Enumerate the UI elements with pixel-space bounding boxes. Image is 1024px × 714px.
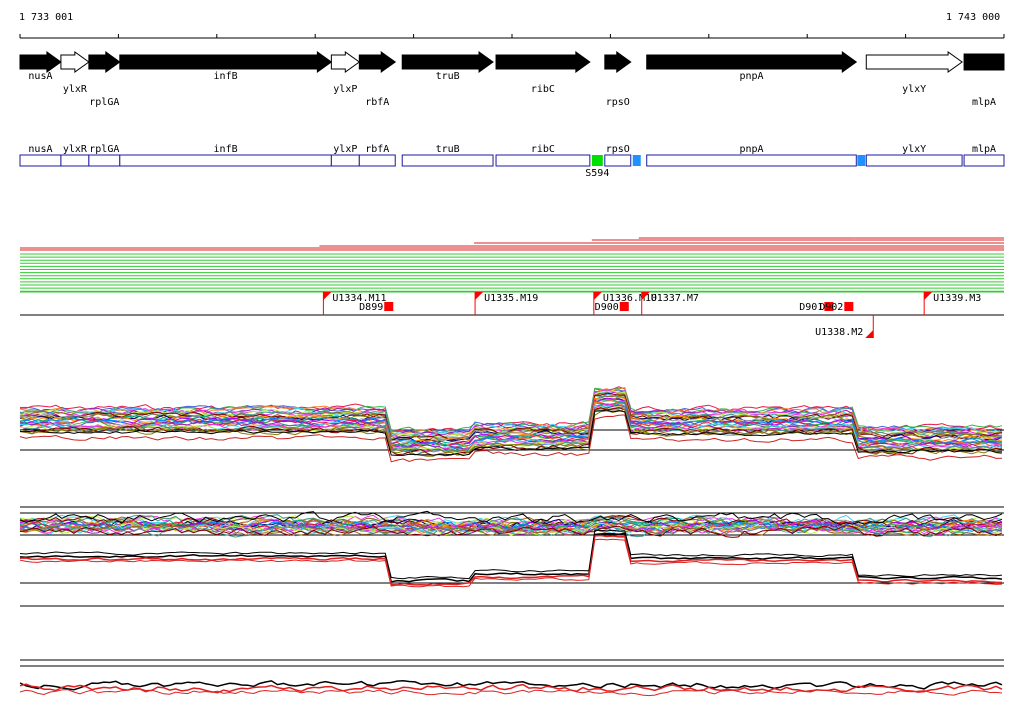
box-marker-D899[interactable] [384,302,394,311]
gene-arrow-ylxY[interactable] [865,51,963,73]
gene-arrow-infB[interactable] [119,51,333,73]
flag-label: U1338.M2 [815,327,863,338]
segment-label-ylxR: ylxR [63,144,88,155]
segment-box-rpsO[interactable] [604,154,632,167]
gene-arrow-ylxP[interactable] [330,51,361,73]
gene-label-ribC: ribC [531,84,555,95]
segment-box-ribC[interactable] [495,154,591,167]
segment-box-ylxY[interactable] [865,154,963,167]
box-marker-D900[interactable] [619,302,629,311]
segment-box-rplGA[interactable] [88,154,121,167]
segment-box-ylxP[interactable] [330,154,360,167]
flag-U1338.M2[interactable] [865,330,874,338]
segment-label-pnpA: pnpA [739,144,763,155]
segment-track[interactable]: nusA ylxR rplGA infB ylxP rbfA truB ribC rpsO pnp… [19,144,1005,179]
gene-label-ylxR: ylxR [63,84,88,95]
segment-label-ylxY: ylxY [902,144,926,155]
signal-trace [19,688,1003,697]
segment-label-rpsO: rpsO [606,144,630,155]
box-marker-label: D902 [819,302,843,313]
gene-label-infB: infB [214,71,238,82]
segment-label-truB: truB [436,144,460,155]
flag-U1336.M10[interactable] [593,292,602,300]
feature-flags[interactable]: U1334.M11 U1335.M19 U1336.M10U1337.M7 U1339… [20,292,1004,338]
segment-label-ribC: ribC [531,144,555,155]
flag-U1334.M11[interactable] [323,292,332,300]
flag-label: U1339.M3 [933,293,981,304]
signal-trace [19,532,1003,583]
segment-box-pnpA[interactable] [646,154,857,167]
segment-label-rbfA: rbfA [365,144,389,155]
gene-label-mlpA: mlpA [972,97,996,108]
segment-box-truB[interactable] [401,154,494,167]
flag-U1335.M19[interactable] [475,292,484,300]
gene-label-truB: truB [436,71,460,82]
box-marker-label: D899 [359,302,383,313]
coverage-bands [20,237,1004,293]
genome-tracks[interactable]: nusAylxRrplGAinfBylxPrbfAtruBribCrpsOpnp… [0,0,1024,714]
gene-label-rpsO: rpsO [606,97,630,108]
gene-label-pnpA: pnpA [739,71,763,82]
gene-arrow-pnpA[interactable] [646,51,858,73]
segment-box-mlpA[interactable] [963,154,1005,167]
flag-U1339.M3[interactable] [924,292,933,300]
gene-arrow-rpsO[interactable] [604,51,632,73]
genome-browser-view: 1 733 001 1 743 000 nusA ylxR rplGA infB ylx… [0,0,1024,714]
segment-box-ylxR[interactable] [60,154,90,167]
segment-marker-green-0[interactable] [591,155,603,166]
gene-arrow-rplGA[interactable] [88,51,121,73]
gene-arrow-mlpA[interactable] [963,53,1005,71]
gene-arrow-ribC[interactable] [495,51,591,73]
segment-marker-blue-1[interactable] [632,155,641,166]
gene-track[interactable]: nusA ylxRrplGA infB ylxP rbfA truB ribC rpsO pnp… [19,51,1005,108]
gene-label-ylxP: ylxP [333,84,357,95]
segment-label-ylxP: ylxP [333,144,357,155]
signal-traces [19,386,1004,697]
flag-label: U1335.M19 [484,293,538,304]
box-marker-label: D900 [595,302,619,313]
segment-box-nusA[interactable] [19,154,62,167]
segment-box-infB[interactable] [119,154,332,167]
gene-label-rbfA: rbfA [365,97,389,108]
segment-marker-label: S594 [585,168,609,179]
ruler-axis [19,34,1005,39]
gene-label-rplGA: rplGA [89,97,119,108]
segment-box-rbfA[interactable] [358,154,396,167]
gene-label-nusA: nusA [28,71,52,82]
gene-label-ylxY: ylxY [902,84,926,95]
segment-label-mlpA: mlpA [972,144,996,155]
segment-label-nusA: nusA [28,144,52,155]
segment-marker-blue-2[interactable] [857,155,866,166]
gene-arrow-nusA[interactable] [19,51,62,73]
gene-arrow-ylxR[interactable] [60,51,90,73]
flag-label: U1337.M7 [651,293,699,304]
segment-label-infB: infB [214,144,238,155]
signal-trace [19,534,1003,586]
gene-arrow-rbfA[interactable] [358,51,397,73]
box-marker-D902[interactable] [844,302,854,311]
segment-label-rplGA: rplGA [89,144,119,155]
gene-arrow-truB[interactable] [401,51,494,73]
